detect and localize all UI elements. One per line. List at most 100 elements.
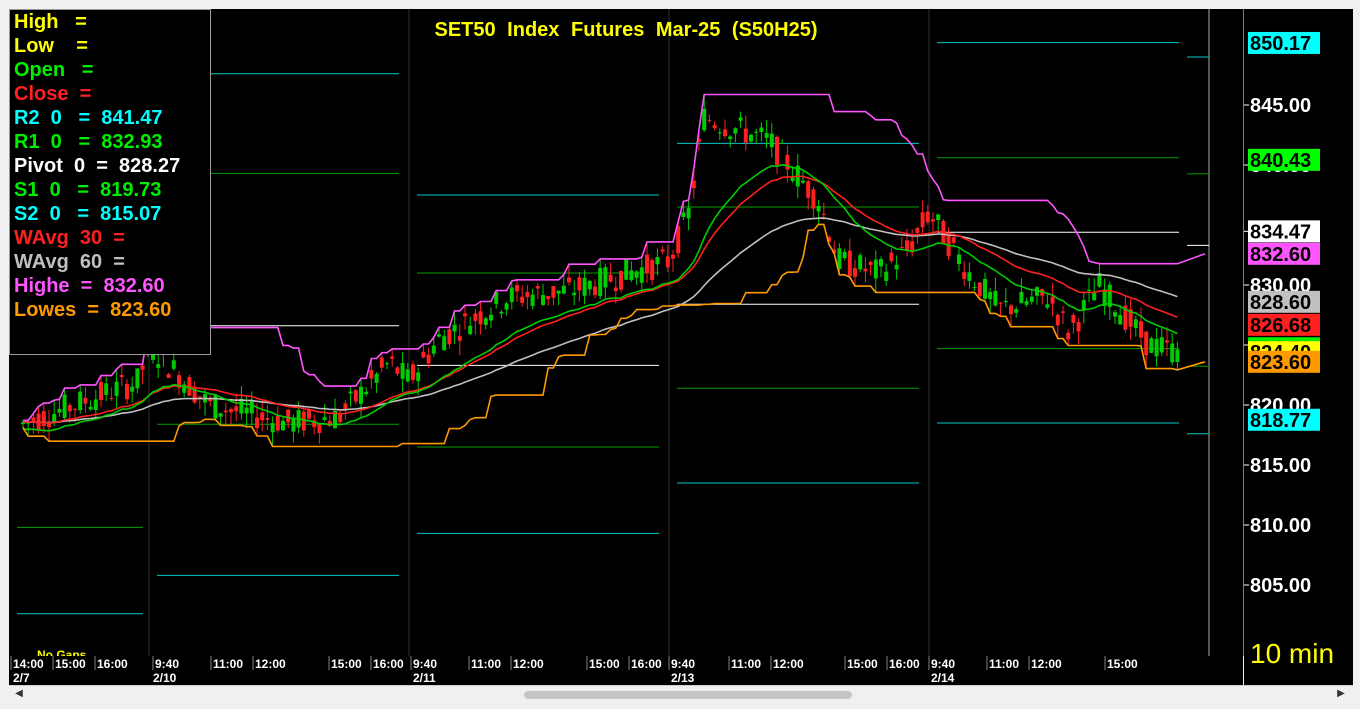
candle-body [733, 128, 738, 134]
price-axis[interactable]: 845.00840.00834.47830.00825.00820.00815.… [1244, 9, 1353, 685]
candle-body [223, 410, 228, 413]
candle-body [530, 294, 535, 306]
candle-body [520, 296, 525, 303]
time-tick-label: 16:00 [631, 657, 662, 671]
scrollbar-thumb[interactable] [524, 691, 852, 699]
time-tick-label: 16:00 [373, 657, 404, 671]
candle-body [307, 409, 311, 419]
candle-body [655, 257, 660, 265]
candle-body [1009, 305, 1013, 315]
candle-body [78, 391, 83, 411]
candle-body [369, 369, 374, 379]
candle-body [1014, 309, 1019, 313]
legend-wavg60: WAvg 60 = [14, 250, 210, 274]
candle-body [1149, 338, 1154, 353]
candle-body [229, 409, 233, 413]
candle-body [286, 409, 291, 423]
price-badge-label: 850.17 [1250, 33, 1311, 55]
horizontal-scrollbar[interactable]: ◀ ▶ [9, 685, 1353, 703]
time-tick-label: 12:00 [255, 657, 286, 671]
candle-body [411, 364, 415, 380]
date-label: 2/14 [931, 671, 955, 685]
candle-body [156, 364, 161, 368]
legend-pivot-label: Pivot 0 = [14, 155, 120, 177]
candle-body [1092, 292, 1097, 301]
candle-body [1087, 289, 1091, 291]
candle-body [598, 267, 603, 296]
legend-r2-label: R2 0 = [14, 107, 102, 129]
price-badge-label: 826.68 [1250, 315, 1311, 337]
price-badge-label: 818.77 [1250, 410, 1311, 432]
candle-body [374, 373, 379, 383]
legend-highest-value: 832.60 [103, 275, 165, 297]
time-axis[interactable]: 14:00 15:00 16:00 9:40 11:00 12:00 15:00 16:00 9… [9, 656, 1243, 685]
candle-body [723, 129, 727, 137]
candle-body [624, 259, 629, 280]
time-tick-label: 16:00 [97, 657, 128, 671]
legend-lowest: Lowes = 823.60 [14, 298, 210, 322]
candle-body [936, 214, 941, 221]
candle-body [489, 314, 493, 321]
candle-body [47, 423, 51, 428]
candle-body [925, 211, 930, 223]
candle-body [889, 252, 894, 262]
candle-body [899, 246, 904, 248]
candle-body [499, 311, 504, 314]
legend-s1-label: S1 0 = [14, 179, 101, 201]
legend-highest: Highe = 832.60 [14, 274, 210, 298]
candle-body [73, 408, 77, 410]
candle-body [390, 356, 395, 359]
candle-body [41, 411, 46, 427]
candle-body [806, 181, 811, 198]
candle-body [395, 367, 400, 374]
candle-body [1076, 322, 1081, 332]
candle-body [218, 413, 223, 417]
y-tick-label: 810.00 [1250, 515, 1311, 537]
candle-body [894, 264, 899, 270]
candle-body [322, 417, 327, 420]
candle-body [385, 363, 389, 365]
candle-body [1113, 312, 1117, 317]
candle-body [816, 205, 821, 212]
scroll-right-icon[interactable]: ▶ [1335, 688, 1347, 700]
candle-body [249, 400, 254, 414]
candle-body [473, 313, 478, 321]
candle-body [728, 136, 733, 140]
candle-body [1139, 321, 1143, 338]
candle-body [629, 270, 634, 281]
candle-body [1118, 315, 1123, 325]
legend-r2: R2 0 = 841.47 [14, 106, 210, 130]
legend-r1: R1 0 = 832.93 [14, 130, 210, 154]
candle-body [431, 345, 436, 354]
legend-wavg30-label: WAvg 30 = [14, 227, 125, 249]
legend-r1-label: R1 0 = [14, 131, 102, 153]
time-tick-label: 9:40 [413, 657, 437, 671]
date-label: 2/10 [153, 671, 177, 685]
candle-body [671, 254, 675, 259]
candle-body [437, 334, 441, 337]
candle-body [717, 132, 722, 134]
legend-s2-label: S2 0 = [14, 203, 101, 225]
candle-body [884, 271, 889, 281]
legend-s2-value: 815.07 [100, 203, 162, 225]
candle-body [983, 278, 987, 299]
candle-body [99, 381, 103, 401]
candle-body [1003, 300, 1008, 303]
legend-open-label: Open = [14, 59, 94, 81]
candle-body [239, 398, 244, 414]
time-axis-svg: 14:00 15:00 16:00 9:40 11:00 12:00 15:00 16:00 9… [10, 656, 1138, 685]
candle-body [1045, 304, 1050, 308]
candle-body [1159, 337, 1164, 353]
scroll-left-icon[interactable]: ◀ [13, 688, 25, 700]
candle-body [572, 292, 577, 296]
legend-low: Low = [14, 34, 210, 58]
y-tick-label: 815.00 [1250, 455, 1311, 477]
candle-body [83, 397, 88, 404]
candle-body [775, 136, 779, 165]
candle-body [790, 177, 795, 181]
candle-body [504, 303, 509, 310]
legend-highest-label: Highe = [14, 275, 104, 297]
candle-body [660, 249, 665, 252]
legend-high-label: High = [14, 11, 87, 33]
candle-body [972, 287, 977, 289]
